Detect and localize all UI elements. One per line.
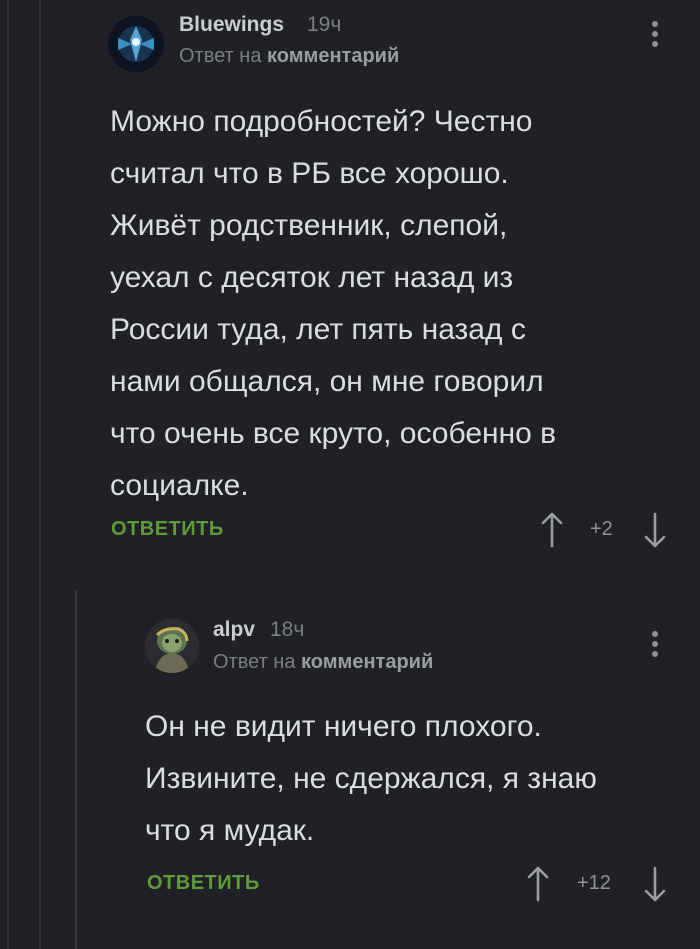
vote-score: +2 <box>590 518 613 540</box>
author-name[interactable]: Bluewings <box>179 13 284 37</box>
comment-line: что очень все круто, особенно в <box>110 417 557 450</box>
comment-line: России туда, лет пять назад с <box>110 313 526 346</box>
more-vertical-icon[interactable] <box>650 21 660 51</box>
reply-to-prefix: Ответ на <box>213 651 296 673</box>
comment-line: считал что в РБ все хорошо. <box>110 157 509 190</box>
vote-score: +12 <box>577 872 611 894</box>
arrow-down-icon[interactable] <box>644 866 666 907</box>
reply-to-prefix: Ответ на <box>179 45 262 67</box>
reply-to: Ответ на комментарий <box>179 45 399 68</box>
reply-to: Ответ на комментарий <box>213 651 433 674</box>
thread-line-1 <box>7 0 9 949</box>
more-vertical-icon[interactable] <box>650 631 660 661</box>
comment-time: 19ч <box>307 13 342 36</box>
arrow-down-icon[interactable] <box>644 512 666 553</box>
thread-line-2 <box>39 0 41 949</box>
author-name[interactable]: alpv <box>213 618 255 642</box>
comment-line: нами общался, он мне говорил <box>110 365 544 398</box>
comment-line: Можно подробностей? Честно <box>110 105 533 138</box>
comment-line: Живёт родственник, слепой, <box>110 209 508 242</box>
comment-body: Он не видит ничего плохого. Извините, не… <box>145 701 685 857</box>
avatar[interactable] <box>108 16 164 72</box>
comment-line: что я мудак. <box>145 814 315 847</box>
comment-line: Извините, не сдержался, я знаю <box>145 762 597 795</box>
comment-body: Можно подробностей? Честно считал что в … <box>110 96 680 512</box>
avatar[interactable] <box>145 619 199 673</box>
reply-to-link[interactable]: комментарий <box>267 45 399 67</box>
reply-to-link[interactable]: комментарий <box>301 651 433 673</box>
comment-line: Он не видит ничего плохого. <box>145 710 542 743</box>
comment-line: социалке. <box>110 469 249 502</box>
arrow-up-icon[interactable] <box>527 866 549 907</box>
comment-time: 18ч <box>270 618 305 641</box>
reply-button[interactable]: ОТВЕТИТЬ <box>147 872 260 895</box>
thread-line-3 <box>75 590 77 949</box>
comment-line: уехал с десяток лет назад из <box>110 261 514 294</box>
reply-button[interactable]: ОТВЕТИТЬ <box>111 518 224 541</box>
arrow-up-icon[interactable] <box>541 512 563 553</box>
